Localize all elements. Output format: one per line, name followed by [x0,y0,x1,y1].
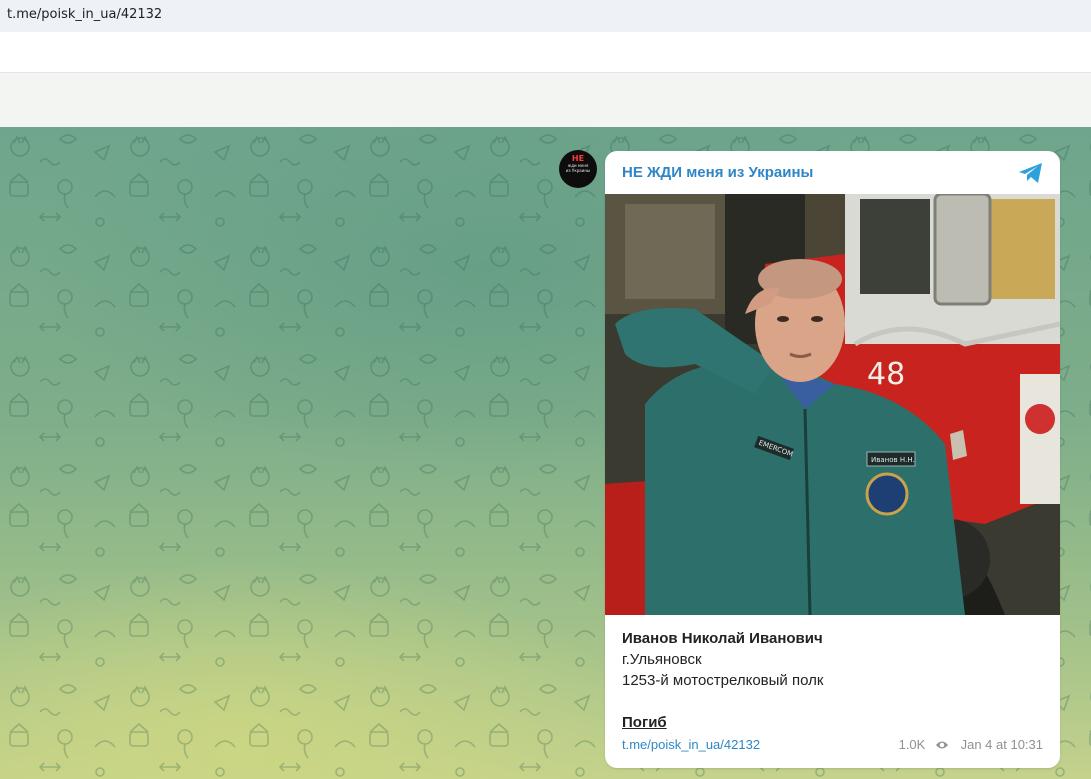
person-unit: 1253-й мотострелковый полк [622,672,824,689]
post-link[interactable]: t.me/poisk_in_ua/42132 [622,737,760,752]
photo-illustration: 48 Ч. Иванов Н.Н. EMERCOM [605,194,1060,615]
post-photo[interactable]: 48 Ч. Иванов Н.Н. EMERCOM [605,194,1060,615]
person-name: Иванов Николай Иванович [622,630,823,647]
person-status: Погиб [622,714,667,731]
views-eye-icon [935,741,948,749]
channel-name[interactable]: НЕ ЖДИ меня из Украины [622,164,813,181]
address-bar[interactable]: t.me/poisk_in_ua/42132 [0,0,1091,32]
message-header: НЕ ЖДИ меня из Украины [605,151,1060,194]
person-city: г.Ульяновск [622,651,702,668]
truck-number: 48 [867,357,905,392]
avatar-text-ne: НЕ [571,154,585,163]
top-strip [0,32,1091,73]
message-text: Иванов Николай Иванович г.Ульяновск 1253… [622,628,1042,733]
post-date[interactable]: Jan 4 at 10:31 [961,737,1043,752]
avatar-text-line3: из Украины [565,168,591,173]
telegram-logo-icon[interactable] [1018,162,1044,184]
views-count: 1.0K [898,737,926,752]
post-meta: 1.0K Jan 4 at 10:31 [899,737,1043,752]
message-card: НЕ ЖДИ меня из Украины 48 Ч. [605,151,1060,768]
page-header-band [0,73,1091,128]
url-text: t.me/poisk_in_ua/42132 [7,7,163,22]
text-gap [622,691,1042,712]
channel-avatar[interactable]: НЕ жди меня из Украины [559,150,597,188]
name-tag: Иванов Н.Н. [871,456,915,464]
message-footer: t.me/poisk_in_ua/42132 1.0K Jan 4 at 10:… [622,737,1043,755]
